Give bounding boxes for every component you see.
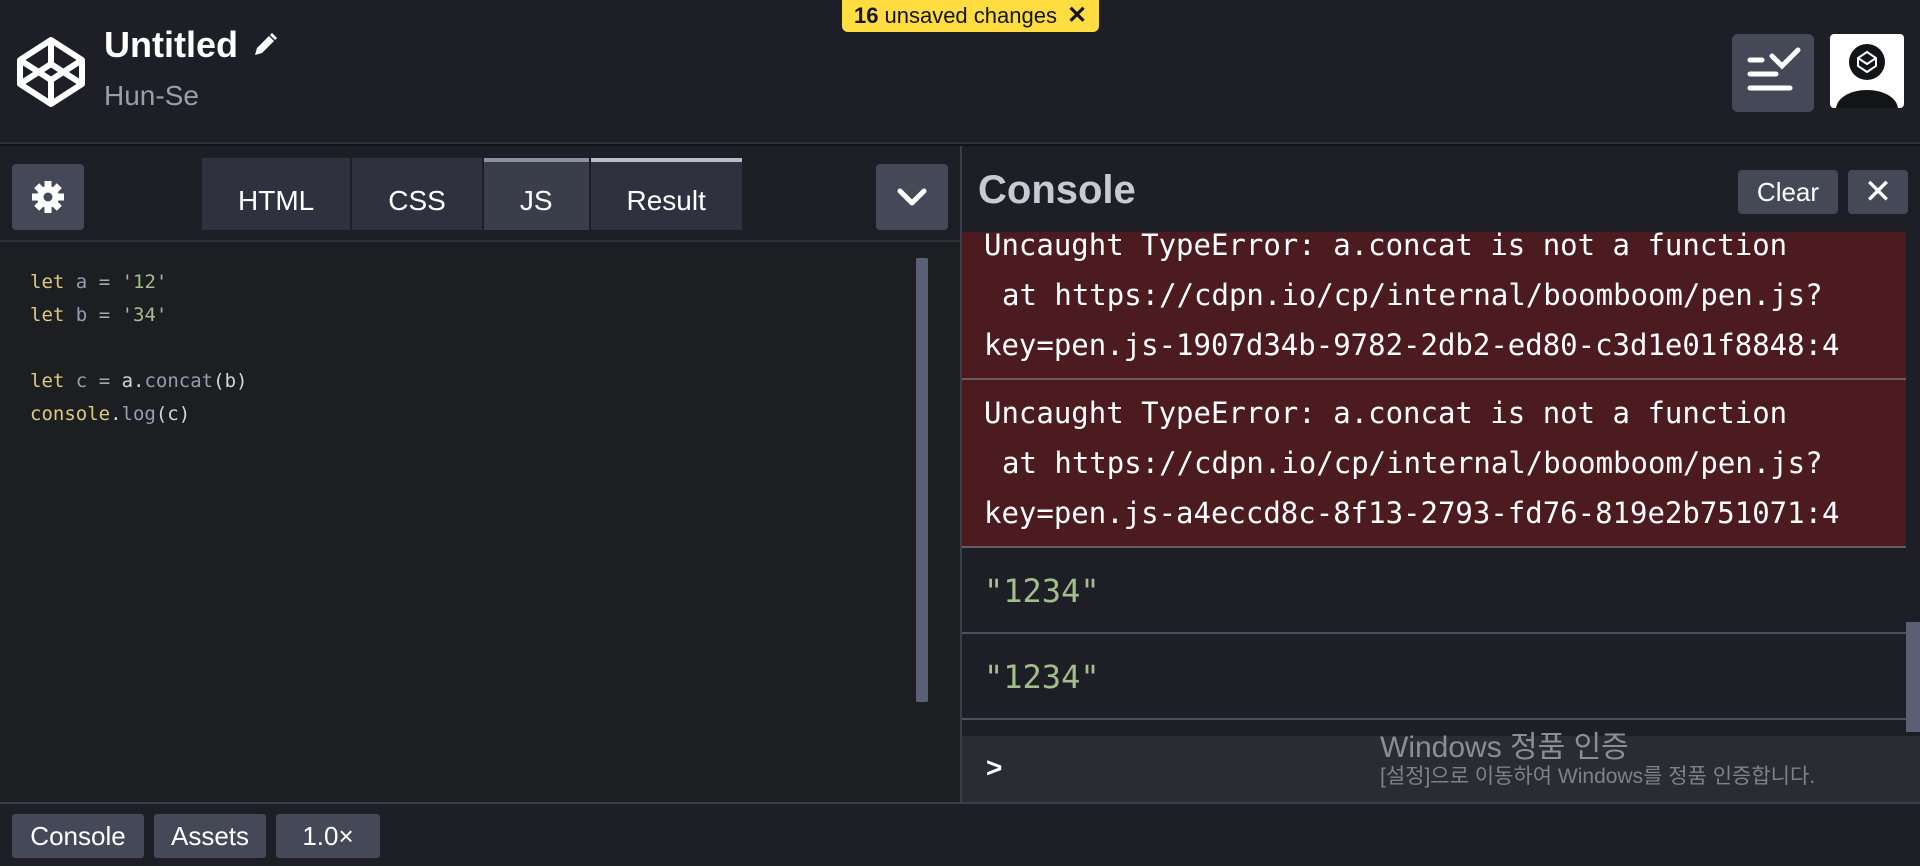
code-line: let b = '34': [30, 304, 168, 326]
author-name[interactable]: Hun-Se: [104, 80, 199, 112]
settings-button[interactable]: [12, 164, 84, 230]
code-editor[interactable]: let a = '12' let b = '34' let c = a.conc…: [30, 266, 247, 431]
assets-button[interactable]: Assets: [154, 814, 266, 858]
console-header: Console Clear ✕: [962, 146, 1920, 232]
change-view-button[interactable]: [1732, 34, 1814, 112]
close-icon[interactable]: ✕: [1067, 0, 1087, 32]
code-line: console.log(c): [30, 403, 191, 425]
log-output: "1234": [962, 548, 1906, 634]
layout-icon: [1747, 47, 1801, 91]
tab-css[interactable]: CSS: [352, 158, 482, 230]
editor-menu-button[interactable]: [876, 164, 948, 230]
user-avatar[interactable]: [1830, 34, 1904, 108]
log-output: "1234": [962, 634, 1906, 720]
console-title: Console: [978, 168, 1136, 212]
code-line: let c = a.concat(b): [30, 370, 248, 392]
tab-result[interactable]: Result: [590, 158, 742, 230]
zoom-button[interactable]: 1.0×: [276, 814, 380, 858]
unsaved-count: 16: [854, 3, 879, 28]
activation-watermark-title: Windows 정품 인증: [1380, 731, 1629, 764]
console-panel: Console Clear ✕ Uncaught TypeError: a.co…: [962, 146, 1920, 802]
footer: Console Assets 1.0×: [0, 802, 1920, 866]
unsaved-text: unsaved changes: [884, 3, 1057, 28]
pen-title[interactable]: Untitled: [104, 24, 238, 66]
js-editor-panel: HTML CSS JS Result let a = '12' let b = …: [0, 146, 960, 802]
console-scrollbar[interactable]: [1906, 622, 1920, 732]
tab-html[interactable]: HTML: [202, 158, 351, 230]
editor-tabs: HTML CSS JS Result: [202, 158, 742, 230]
clear-console-button[interactable]: Clear: [1738, 170, 1838, 214]
chevron-down-icon: [897, 188, 927, 206]
error-key: key=pen.js-1907d34b-9782-2db2-ed80-c3d1e…: [984, 328, 1840, 362]
codepen-logo-icon[interactable]: [16, 36, 86, 108]
avatar-icon: [1836, 44, 1898, 108]
error-location: at https://cdpn.io/cp/internal/boomboom/…: [1002, 278, 1823, 312]
error-location: at https://cdpn.io/cp/internal/boomboom/…: [1002, 446, 1823, 480]
editor-toolbar: HTML CSS JS Result: [0, 146, 960, 242]
header: Untitled Hun-Se 16 unsaved changes ✕: [0, 0, 1920, 144]
code-line: let a = '12': [30, 271, 168, 293]
editor-scrollbar[interactable]: [916, 258, 928, 702]
console-log[interactable]: Uncaught TypeError: a.concat is not a fu…: [962, 232, 1906, 736]
pencil-icon[interactable]: [252, 32, 278, 58]
console-toggle-button[interactable]: Console: [12, 814, 144, 858]
activation-watermark-text: [설정]으로 이동하여 Windows를 정품 인증합니다.: [1380, 765, 1816, 788]
unsaved-changes-badge: 16 unsaved changes ✕: [842, 0, 1100, 32]
tab-js[interactable]: JS: [483, 158, 589, 230]
prompt-symbol: >: [986, 752, 1003, 783]
error-message: Uncaught TypeError: a.concat is not a fu…: [984, 232, 1788, 262]
close-console-button[interactable]: ✕: [1848, 170, 1908, 214]
error-entry: Uncaught TypeError: a.concat is not a fu…: [962, 232, 1906, 380]
error-key: key=pen.js-a4eccd8c-8f13-2793-fd76-819e2…: [984, 496, 1840, 530]
error-message: Uncaught TypeError: a.concat is not a fu…: [984, 396, 1788, 430]
gear-icon: [32, 181, 64, 213]
error-entry: Uncaught TypeError: a.concat is not a fu…: [962, 380, 1906, 548]
